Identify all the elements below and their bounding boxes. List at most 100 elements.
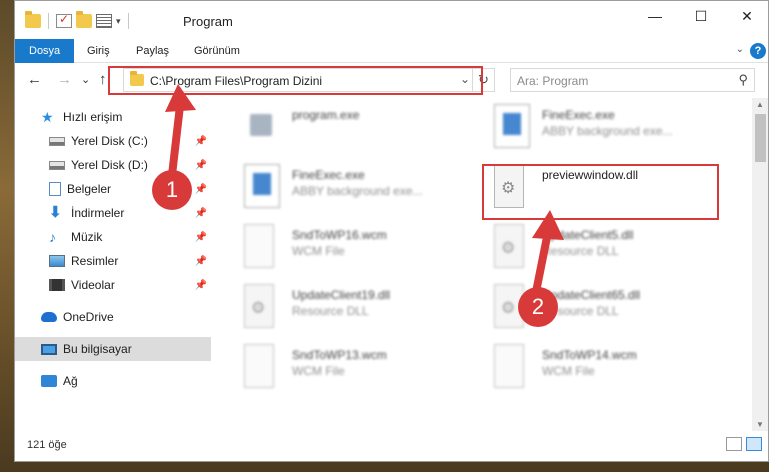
- search-box[interactable]: Ara: Program ⚲: [510, 68, 755, 92]
- download-icon: ⬇: [49, 204, 62, 221]
- star-icon: ★: [41, 109, 54, 125]
- file-name: UpdateClient5.dll: [542, 228, 634, 242]
- exe-file-icon: [244, 164, 280, 208]
- close-button[interactable]: ✕: [724, 1, 768, 31]
- sidebar-item-music[interactable]: ♪ Müzik 📌: [15, 225, 211, 249]
- pin-icon[interactable]: 📌: [195, 280, 207, 291]
- minimize-button[interactable]: —: [632, 1, 678, 31]
- sidebar-item-quick-access[interactable]: ★ Hızlı erişim: [15, 105, 211, 129]
- file-description: WCM File: [292, 364, 345, 378]
- dll-file-icon: [244, 284, 274, 328]
- file-description: Resource DLL: [292, 304, 369, 318]
- recent-locations-chevron-icon[interactable]: ⌄: [81, 73, 90, 86]
- sidebar-item-label: Yerel Disk (C:): [71, 134, 148, 148]
- up-button[interactable]: ↑: [99, 71, 107, 88]
- file-highlight-box: [482, 164, 719, 220]
- sidebar-item-label: Bu bilgisayar: [63, 342, 132, 356]
- help-icon[interactable]: ?: [750, 43, 766, 59]
- pin-icon[interactable]: 📌: [195, 136, 207, 147]
- file-item[interactable]: SndToWP13.wcm WCM File: [240, 340, 480, 392]
- file-item[interactable]: FineExec.exe ABBY background exe...: [490, 100, 730, 152]
- ribbon-tabs: Dosya Giriş Paylaş Görünüm ⌄ ?: [15, 39, 768, 63]
- title-bar: ▾ Program — ☐ ✕: [15, 1, 768, 39]
- document-icon: [244, 344, 274, 388]
- sidebar-item-label: Belgeler: [67, 182, 112, 196]
- document-icon: [49, 182, 61, 196]
- toolbar-divider: [48, 13, 49, 29]
- pin-icon[interactable]: 📌: [195, 160, 207, 171]
- pc-icon: [41, 343, 57, 355]
- customize-toolbar-chevron-icon[interactable]: ▾: [116, 16, 121, 27]
- view-switcher: [726, 437, 762, 451]
- dll-file-icon: [494, 224, 524, 268]
- pin-icon[interactable]: 📌: [195, 208, 207, 219]
- sidebar-item-pictures[interactable]: Resimler 📌: [15, 249, 211, 273]
- sidebar-item-this-pc[interactable]: Bu bilgisayar: [15, 337, 211, 361]
- scroll-up-icon[interactable]: ▲: [756, 100, 764, 109]
- sidebar-item-label: İndirmeler: [71, 206, 125, 220]
- address-highlight-box: [108, 66, 483, 95]
- file-description: ABBY background exe...: [292, 184, 423, 198]
- scroll-thumb[interactable]: [755, 114, 766, 162]
- tab-home[interactable]: Giriş: [87, 39, 110, 63]
- vertical-scrollbar[interactable]: ▲ ▼: [752, 98, 768, 431]
- file-name: program.exe: [292, 108, 360, 122]
- file-item[interactable]: program.exe: [240, 100, 480, 152]
- sidebar-item-local-disk-c[interactable]: Yerel Disk (C:) 📌: [15, 129, 211, 153]
- document-icon: [494, 344, 524, 388]
- pin-icon[interactable]: 📌: [195, 256, 207, 267]
- navigation-pane: ★ Hızlı erişim Yerel Disk (C:) 📌 Yerel D…: [15, 101, 211, 431]
- pin-icon[interactable]: 📌: [195, 232, 207, 243]
- properties-check-icon[interactable]: [56, 12, 72, 28]
- file-description: WCM File: [542, 364, 595, 378]
- disk-icon: [49, 136, 65, 146]
- file-name: FineExec.exe: [542, 108, 615, 122]
- sidebar-item-label: OneDrive: [63, 310, 114, 324]
- sidebar-item-network[interactable]: Ağ: [15, 369, 211, 393]
- tab-file[interactable]: Dosya: [15, 39, 75, 63]
- exe-file-icon: [244, 104, 280, 148]
- file-list: program.exe FineExec.exe ABBY background…: [212, 98, 752, 431]
- sidebar-item-label: Yerel Disk (D:): [71, 158, 148, 172]
- sidebar-item-onedrive[interactable]: OneDrive: [15, 305, 211, 329]
- status-bar: 121 öğe: [15, 431, 768, 461]
- forward-button[interactable]: →: [57, 71, 72, 88]
- sidebar-item-label: Hızlı erişim: [63, 110, 123, 124]
- file-name: SndToWP16.wcm: [292, 228, 387, 242]
- list-icon[interactable]: [96, 14, 112, 28]
- file-item[interactable]: FineExec.exe ABBY background exe...: [240, 160, 480, 212]
- folder-icon: [25, 11, 41, 28]
- cloud-icon: [41, 312, 57, 322]
- file-item[interactable]: UpdateClient5.dll Resource DLL: [490, 220, 730, 272]
- sidebar-item-label: Ağ: [63, 374, 78, 388]
- step-badge-1: 1: [152, 170, 192, 210]
- step-badge-2: 2: [518, 287, 558, 327]
- file-description: WCM File: [292, 244, 345, 258]
- scroll-down-icon[interactable]: ▼: [756, 420, 764, 429]
- exe-file-icon: [494, 104, 530, 148]
- back-button[interactable]: ←: [27, 71, 42, 88]
- window-title: Program: [183, 14, 233, 29]
- new-folder-icon[interactable]: [76, 11, 92, 28]
- item-count: 121 öğe: [27, 439, 67, 451]
- quick-access-toolbar: ▾: [25, 11, 132, 29]
- details-view-icon[interactable]: [726, 437, 742, 451]
- file-item[interactable]: SndToWP14.wcm WCM File: [490, 340, 730, 392]
- disk-icon: [49, 160, 65, 170]
- video-icon: [49, 279, 65, 291]
- file-item[interactable]: UpdateClient19.dll Resource DLL: [240, 280, 480, 332]
- large-icons-view-icon[interactable]: [746, 437, 762, 451]
- pin-icon[interactable]: 📌: [195, 184, 207, 195]
- tab-share[interactable]: Paylaş: [136, 39, 169, 63]
- expand-ribbon-icon[interactable]: ⌄: [736, 44, 744, 55]
- sidebar-item-label: Resimler: [71, 254, 119, 268]
- file-item[interactable]: SndToWP16.wcm WCM File: [240, 220, 480, 272]
- sidebar-item-videos[interactable]: Videolar 📌: [15, 273, 211, 297]
- search-input[interactable]: Ara: Program: [517, 74, 588, 88]
- tab-view[interactable]: Görünüm: [194, 39, 240, 63]
- music-icon: ♪: [49, 229, 56, 245]
- file-name: SndToWP14.wcm: [542, 348, 637, 362]
- search-icon[interactable]: ⚲: [738, 72, 748, 88]
- file-description: ABBY background exe...: [542, 124, 673, 138]
- maximize-button[interactable]: ☐: [678, 1, 724, 31]
